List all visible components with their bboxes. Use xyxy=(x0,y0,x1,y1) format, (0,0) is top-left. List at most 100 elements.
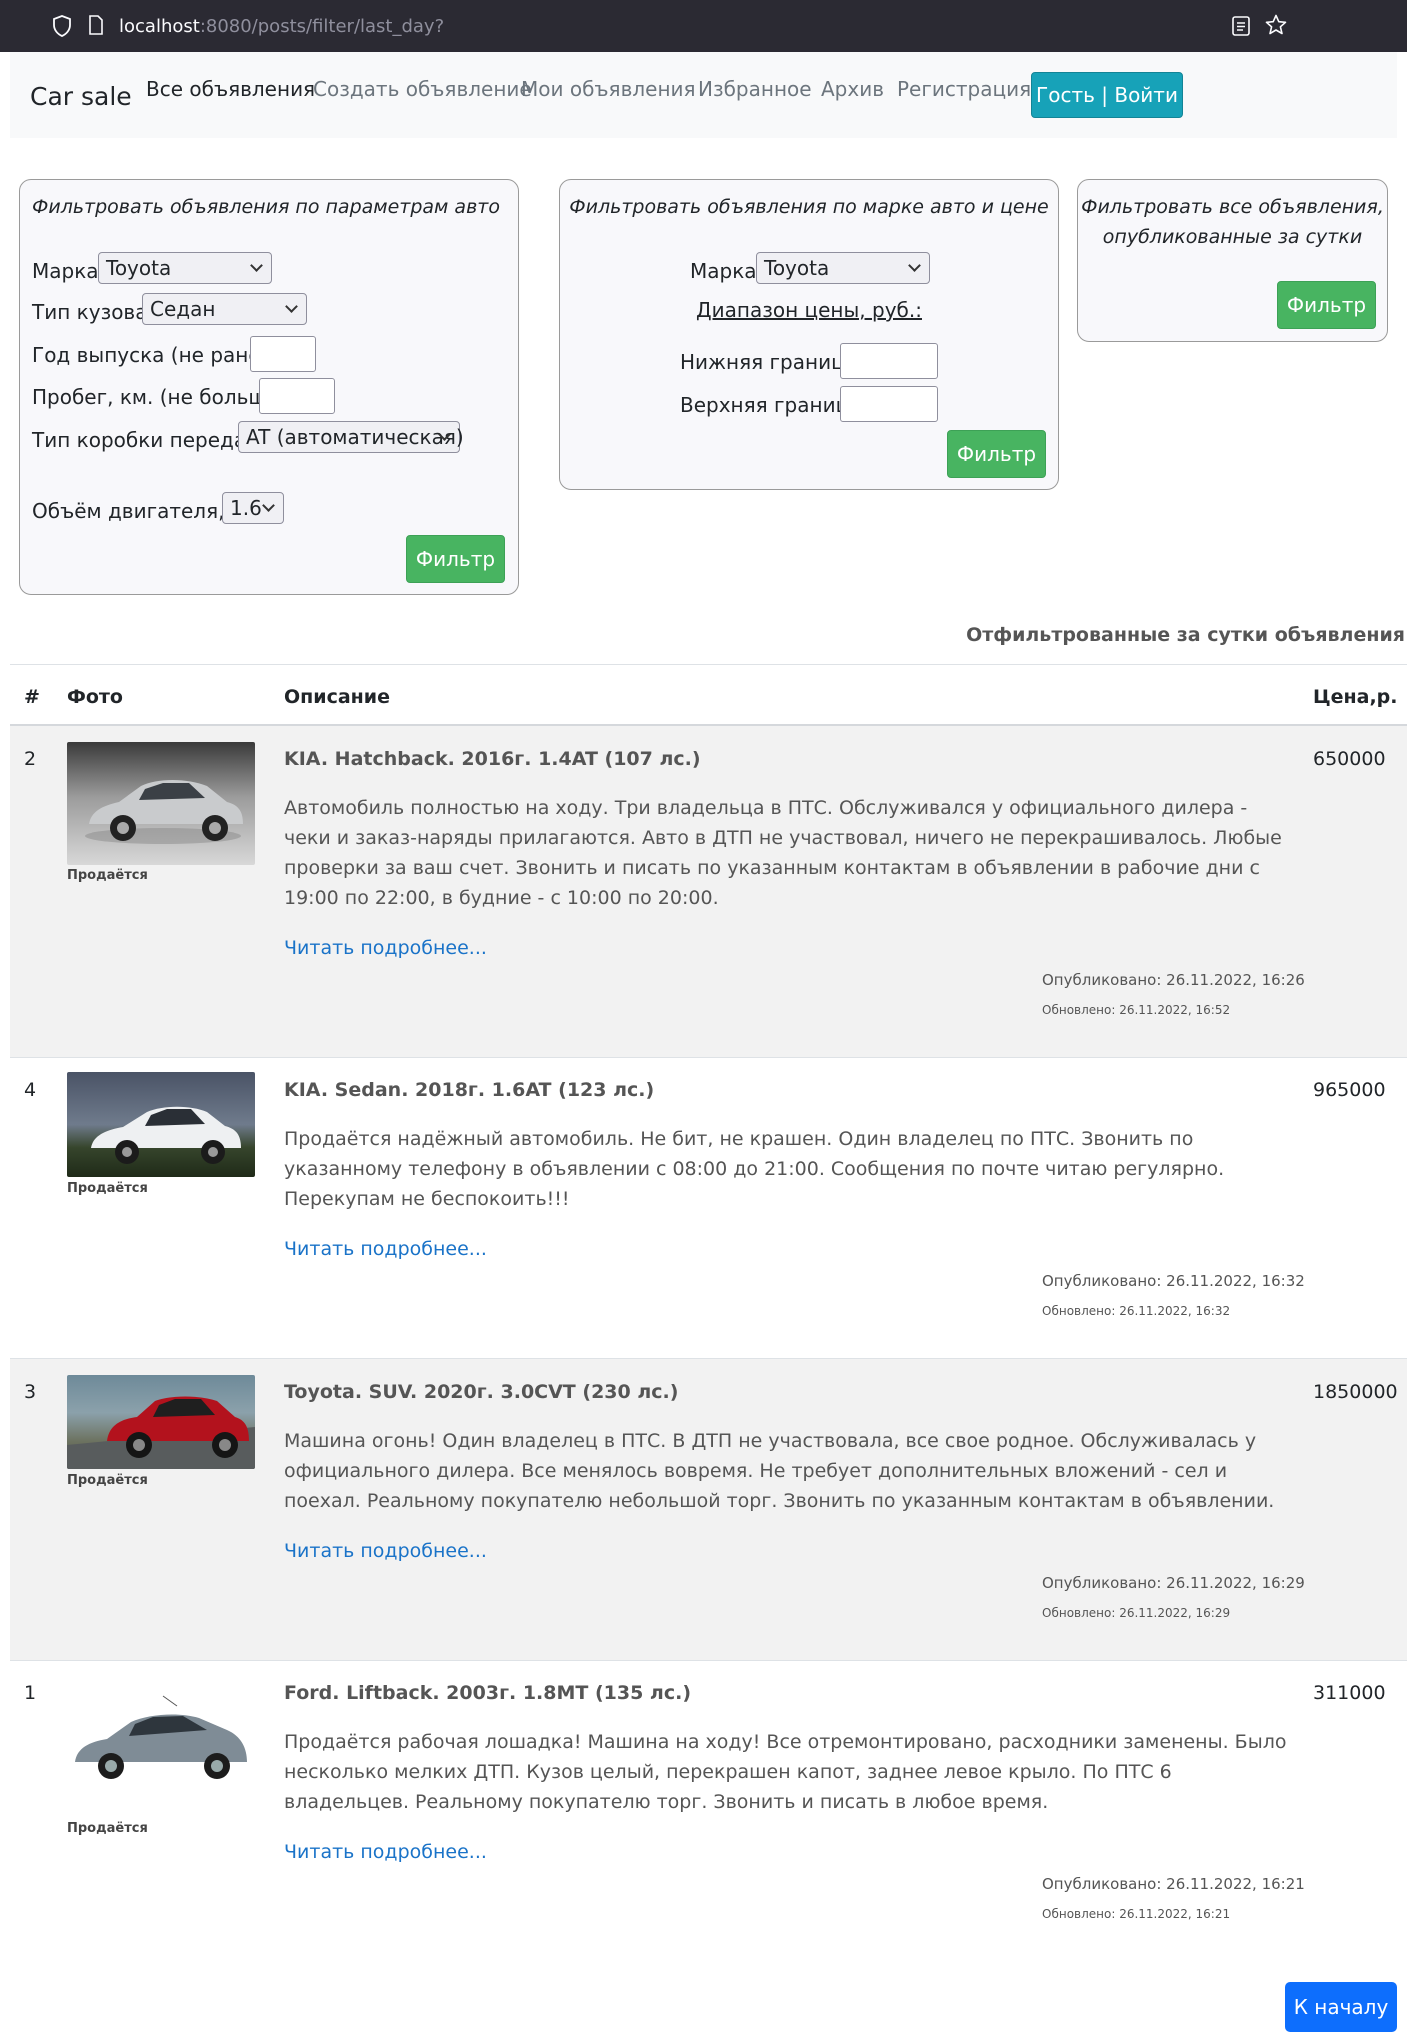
price-max-input[interactable] xyxy=(840,386,938,422)
filter-params-button[interactable]: Фильтр xyxy=(406,535,505,583)
nav-my-posts[interactable]: Мои объявления xyxy=(521,77,696,101)
updated-date: Обновлено: 26.11.2022, 16:32 xyxy=(1042,1304,1231,1318)
sale-status: Продаётся xyxy=(67,868,148,883)
car-photo[interactable] xyxy=(67,1072,255,1177)
published-date: Опубликовано: 26.11.2022, 16:32 xyxy=(1042,1272,1305,1290)
read-more-link[interactable]: Читать подробнее... xyxy=(284,1238,487,1260)
filter-day-title-line2: опубликованные за сутки xyxy=(1102,226,1363,248)
read-more-link[interactable]: Читать подробнее... xyxy=(284,1841,487,1863)
row-number: 4 xyxy=(24,1079,37,1101)
read-more-link[interactable]: Читать подробнее... xyxy=(284,1540,487,1562)
gearbox-select[interactable]: AT (автоматическая) xyxy=(238,421,464,453)
post-description: Машина огонь! Один владелец в ПТС. В ДТП… xyxy=(284,1430,1275,1512)
brand-select[interactable]: Toyota xyxy=(98,252,272,284)
body-type-label: Тип кузова: xyxy=(32,300,155,324)
price-brand-select[interactable]: Toyota xyxy=(756,252,930,284)
filter-price-title: Фильтровать объявления по марке авто и ц… xyxy=(569,196,1049,218)
updated-date: Обновлено: 26.11.2022, 16:29 xyxy=(1042,1606,1231,1620)
price-min-input[interactable] xyxy=(840,343,938,379)
brand-logo[interactable]: Car sale xyxy=(30,82,132,111)
car-photo[interactable] xyxy=(67,1690,255,1800)
updated-date: Обновлено: 26.11.2022, 16:21 xyxy=(1042,1907,1231,1921)
site-navbar: Car sale Все объявления Создать объявлен… xyxy=(10,52,1397,138)
sale-status: Продаётся xyxy=(67,1181,148,1196)
chevron-down-icon xyxy=(262,499,275,512)
gearbox-label: Тип коробки передач xyxy=(32,428,258,452)
post-title: KIA. Sedan. 2018г. 1.6AT (123 лс.) xyxy=(284,1079,655,1101)
brand-select-value: Toyota xyxy=(106,256,172,280)
mileage-label: Пробег, км. (не больше) xyxy=(32,385,287,409)
filter-price-button[interactable]: Фильтр xyxy=(947,430,1046,478)
nav-registration[interactable]: Регистрация xyxy=(897,77,1031,101)
url-host: localhost xyxy=(119,16,200,37)
engine-select[interactable]: 1.6 xyxy=(222,492,284,524)
chevron-down-icon xyxy=(908,259,921,272)
row-number: 2 xyxy=(24,748,37,770)
reader-view-icon[interactable] xyxy=(1232,16,1250,36)
car-photo[interactable] xyxy=(67,742,255,865)
price-brand-select-value: Toyota xyxy=(764,256,830,280)
post-title: Toyota. SUV. 2020г. 3.0CVT (230 лс.) xyxy=(284,1381,679,1403)
brand-label: Марка xyxy=(32,259,99,283)
car-image xyxy=(91,1106,241,1164)
filter-params-panel: Фильтровать объявления по параметрам авт… xyxy=(19,179,519,595)
post-description: Продаётся рабочая лошадка! Машина на ход… xyxy=(284,1731,1287,1813)
page-icon[interactable] xyxy=(88,15,104,35)
engine-label: Объём двигателя, л. xyxy=(32,499,250,523)
header-num: # xyxy=(24,686,40,708)
filter-price-panel: Фильтровать объявления по марке авто и ц… xyxy=(559,179,1059,490)
post-price: 311000 xyxy=(1313,1682,1386,1704)
row-number: 3 xyxy=(24,1381,37,1403)
price-brand-label: Марка xyxy=(690,259,757,283)
year-input[interactable] xyxy=(250,336,316,372)
year-label: Год выпуска (не ранее) xyxy=(32,343,281,367)
table-caption: Отфильтрованные за сутки объявления xyxy=(966,624,1405,646)
header-description: Описание xyxy=(284,686,391,708)
nav-create-post[interactable]: Создать объявление xyxy=(313,77,532,101)
nav-all-posts[interactable]: Все объявления xyxy=(146,77,315,101)
updated-date: Обновлено: 26.11.2022, 16:52 xyxy=(1042,1003,1231,1017)
price-range-label: Диапазон цены, руб.: xyxy=(696,298,922,322)
table-top-divider xyxy=(10,664,1407,665)
row-number: 1 xyxy=(24,1682,37,1704)
url-path: :8080/posts/filter/last_day? xyxy=(199,16,445,37)
filter-day-panel: Фильтровать все объявления, опубликованн… xyxy=(1077,179,1388,342)
post-title: KIA. Hatchback. 2016г. 1.4AT (107 лс.) xyxy=(284,748,701,770)
body-type-select-value: Седан xyxy=(150,297,216,321)
published-date: Опубликовано: 26.11.2022, 16:21 xyxy=(1042,1875,1305,1893)
nav-archive[interactable]: Архив xyxy=(821,77,884,101)
published-date: Опубликовано: 26.11.2022, 16:26 xyxy=(1042,971,1305,989)
login-button[interactable]: Гость | Войти xyxy=(1031,72,1183,118)
sale-status: Продаётся xyxy=(67,1821,148,1836)
back-to-top-button[interactable]: К началу xyxy=(1285,1982,1397,2032)
header-photo: Фото xyxy=(67,686,123,708)
post-price: 1850000 xyxy=(1313,1381,1398,1403)
car-image xyxy=(75,1695,247,1779)
filter-params-title: Фильтровать объявления по параметрам авт… xyxy=(32,196,500,218)
filter-day-title-line1: Фильтровать все объявления, xyxy=(1081,196,1384,218)
engine-select-value: 1.6 xyxy=(230,496,262,520)
bookmark-star-icon[interactable] xyxy=(1265,14,1287,36)
sale-status: Продаётся xyxy=(67,1473,148,1488)
post-description: Автомобиль полностью на ходу. Три владел… xyxy=(284,797,1282,909)
price-max-label: Верхняя граница xyxy=(680,393,862,417)
car-image xyxy=(85,780,243,844)
mileage-input[interactable] xyxy=(259,378,335,414)
header-price: Цена,р. xyxy=(1313,686,1398,708)
gearbox-select-value: AT (автоматическая) xyxy=(246,425,464,449)
read-more-link[interactable]: Читать подробнее... xyxy=(284,937,487,959)
car-photo[interactable] xyxy=(67,1375,255,1469)
chevron-down-icon xyxy=(285,300,298,313)
nav-favorites[interactable]: Избранное xyxy=(698,77,812,101)
browser-toolbar: localhost:8080/posts/filter/last_day? xyxy=(0,0,1407,52)
body-type-select[interactable]: Седан xyxy=(142,293,307,325)
published-date: Опубликовано: 26.11.2022, 16:29 xyxy=(1042,1574,1305,1592)
shield-icon[interactable] xyxy=(52,15,72,37)
post-price: 965000 xyxy=(1313,1079,1386,1101)
post-price: 650000 xyxy=(1313,748,1386,770)
car-image xyxy=(67,1396,255,1469)
address-bar[interactable]: localhost:8080/posts/filter/last_day? xyxy=(119,16,444,37)
post-description: Продаётся надёжный автомобиль. Не бит, н… xyxy=(284,1128,1225,1210)
price-min-label: Нижняя граница xyxy=(680,350,857,374)
filter-day-button[interactable]: Фильтр xyxy=(1277,281,1376,329)
